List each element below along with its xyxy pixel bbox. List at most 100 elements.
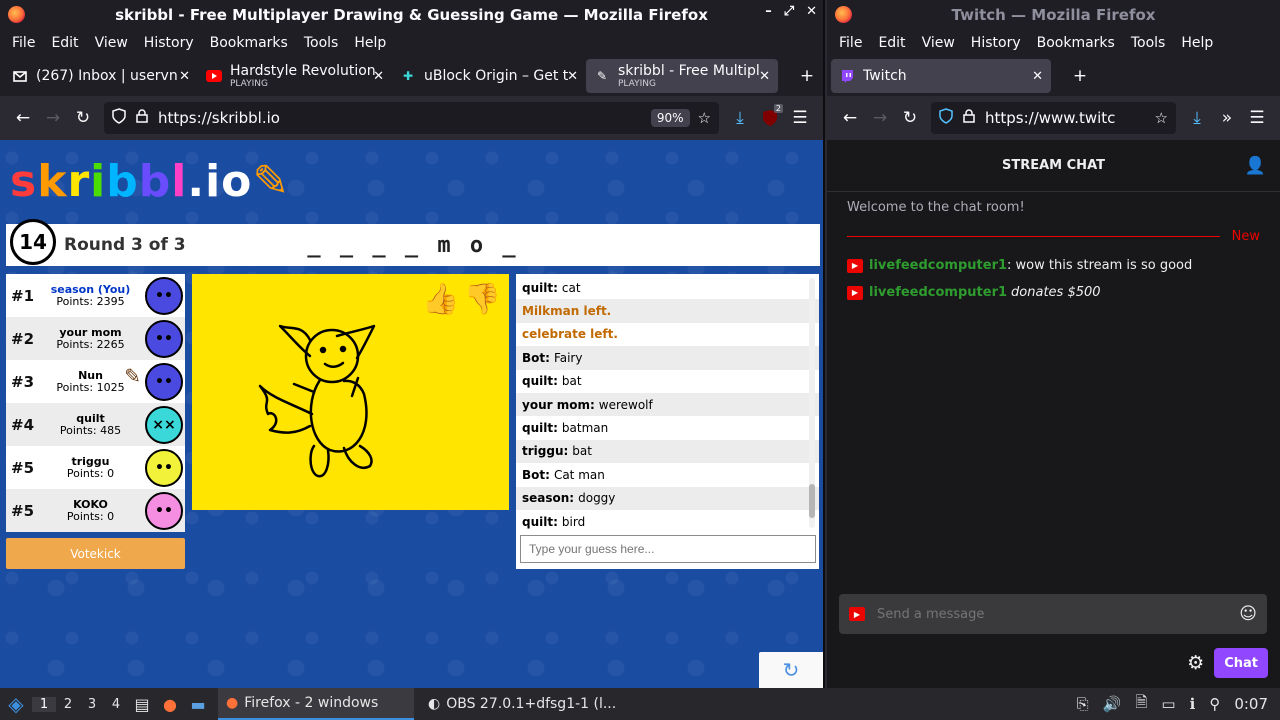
overflow-chevron-icon[interactable]: »: [1212, 103, 1242, 133]
maximize-icon[interactable]: ⤢: [784, 4, 794, 19]
close-tab-icon[interactable]: ✕: [1032, 69, 1043, 84]
ublock-extension-icon[interactable]: 2: [755, 103, 785, 133]
chat-message[interactable]: ▶ livefeedcomputer1 donates $500: [827, 279, 1280, 306]
chat-messages: quilt: cat Milkman left. celebrate left. Bot…: [516, 274, 819, 532]
forward-icon[interactable]: →: [38, 103, 68, 133]
display-icon[interactable]: ▭: [1161, 695, 1175, 713]
player-row[interactable]: #5 triggu Points: 0 ••: [6, 446, 185, 489]
chat-username[interactable]: livefeedcomputer1: [869, 258, 1007, 273]
menu-view[interactable]: View: [87, 35, 136, 51]
workspace-3[interactable]: 3: [80, 697, 104, 712]
back-icon[interactable]: ←: [835, 103, 865, 133]
firefox-launcher-icon[interactable]: ●: [156, 695, 184, 714]
menu-bookmarks[interactable]: Bookmarks: [1029, 35, 1123, 51]
menu-history[interactable]: History: [963, 35, 1029, 51]
file-manager-icon[interactable]: ▤: [128, 695, 156, 714]
zoom-level[interactable]: 90%: [650, 109, 690, 127]
notification-icon[interactable]: ℹ: [1190, 695, 1196, 713]
back-icon[interactable]: ←: [8, 103, 38, 133]
menu-file[interactable]: File: [831, 35, 870, 51]
reload-icon[interactable]: ↻: [895, 103, 925, 133]
chat-footer: ⚙ Chat: [1187, 648, 1268, 678]
close-tab-icon[interactable]: ✕: [373, 69, 384, 84]
menu-view[interactable]: View: [914, 35, 963, 51]
menu-bookmarks[interactable]: Bookmarks: [202, 35, 296, 51]
volume-icon[interactable]: 🔊: [1103, 695, 1122, 713]
votekick-button[interactable]: Votekick: [6, 538, 185, 569]
tab-twitch[interactable]: Twitch ✕: [831, 59, 1051, 93]
hamburger-menu-icon[interactable]: ☰: [785, 103, 815, 133]
send-message-input[interactable]: [877, 606, 1240, 622]
thumbs-up-icon[interactable]: 👍: [422, 282, 459, 317]
address-bar[interactable]: https://www.twitc ☆: [931, 102, 1176, 134]
download-icon[interactable]: ⤓: [1182, 103, 1212, 133]
menu-file[interactable]: File: [4, 35, 43, 51]
recaptcha-badge[interactable]: ↻: [759, 652, 823, 688]
player-list: #1 season (You) Points: 2395 •• #2 your …: [6, 274, 185, 532]
menu-history[interactable]: History: [136, 35, 202, 51]
folder-icon[interactable]: ▬: [184, 695, 212, 714]
tab-skribbl[interactable]: ✎ skribbl - Free Multipl PLAYING ✕: [586, 59, 778, 93]
close-tab-icon[interactable]: ✕: [567, 69, 578, 84]
clock[interactable]: 0:07: [1234, 695, 1268, 713]
start-menu-icon[interactable]: ◈: [0, 688, 32, 720]
hamburger-menu-icon[interactable]: ☰: [1242, 103, 1272, 133]
menu-tools[interactable]: Tools: [296, 35, 347, 51]
menu-edit[interactable]: Edit: [43, 35, 86, 51]
player-row[interactable]: #1 season (You) Points: 2395 ••: [6, 274, 185, 317]
player-avatar: ••: [145, 491, 183, 530]
thumbs-down-icon[interactable]: 👎: [464, 282, 501, 317]
clipboard-icon[interactable]: ⎘: [1077, 695, 1089, 713]
tab-ublock[interactable]: ✚ uBlock Origin – Get t ✕: [392, 59, 586, 93]
close-icon[interactable]: ✕: [806, 4, 817, 19]
bookmark-star-icon[interactable]: ☆: [698, 109, 711, 127]
minimize-icon[interactable]: –: [765, 4, 772, 19]
chat-user: triggu:: [522, 444, 569, 459]
shield-icon[interactable]: [112, 108, 126, 128]
network-icon[interactable]: ⚲: [1209, 695, 1220, 713]
player-row[interactable]: #4 quilt Points: 485 ××: [6, 403, 185, 446]
player-rank: #1: [11, 286, 35, 305]
workspace-2[interactable]: 2: [56, 697, 80, 712]
lock-icon[interactable]: [136, 109, 148, 127]
menu-help[interactable]: Help: [1173, 35, 1221, 51]
download-icon[interactable]: ⤓: [725, 103, 755, 133]
player-row[interactable]: #5 KOKO Points: 0 ••: [6, 489, 185, 532]
shield-icon[interactable]: [939, 108, 953, 128]
window-titlebar[interactable]: skribbl - Free Multiplayer Drawing & Gue…: [0, 0, 823, 30]
chat-message[interactable]: ▶ livefeedcomputer1 : wow this stream is…: [827, 252, 1280, 279]
window-titlebar[interactable]: Twitch — Mozilla Firefox: [827, 0, 1280, 30]
workspace-4[interactable]: 4: [104, 697, 128, 712]
new-tab-icon[interactable]: +: [1065, 61, 1095, 91]
chat-send-button[interactable]: Chat: [1214, 648, 1268, 678]
lock-icon[interactable]: [963, 109, 975, 127]
emote-picker-icon[interactable]: ☺: [1239, 604, 1257, 624]
taskbar-firefox[interactable]: ● Firefox - 2 windows: [218, 688, 414, 720]
chat-scrollbar[interactable]: [809, 278, 815, 528]
send-message-box[interactable]: ▶ ☺: [839, 594, 1267, 634]
workspace-1[interactable]: 1: [32, 696, 56, 712]
forward-icon[interactable]: →: [865, 103, 895, 133]
new-messages-divider: New: [847, 229, 1260, 244]
users-icon[interactable]: 👤: [1245, 156, 1266, 176]
close-tab-icon[interactable]: ✕: [179, 69, 190, 84]
chat-username[interactable]: livefeedcomputer1: [869, 285, 1007, 300]
menu-edit[interactable]: Edit: [870, 35, 913, 51]
address-bar[interactable]: https://skribbl.io 90% ☆: [104, 102, 719, 134]
drawing-canvas[interactable]: 👍 👎: [192, 274, 509, 510]
taskbar-obs[interactable]: ◐ OBS 27.0.1+dfsg1-1 (l...: [420, 688, 616, 720]
document-icon[interactable]: 🗎: [1135, 692, 1147, 717]
tab-hardstyle[interactable]: Hardstyle Revolution PLAYING ✕: [198, 59, 392, 93]
close-tab-icon[interactable]: ✕: [759, 69, 770, 84]
tab-inbox[interactable]: (267) Inbox | uservn ✕: [4, 59, 198, 93]
player-row[interactable]: #3 Nun Points: 1025 •• ✎: [6, 360, 185, 403]
menu-tools[interactable]: Tools: [1123, 35, 1174, 51]
player-row[interactable]: #2 your mom Points: 2265 ••: [6, 317, 185, 360]
bookmark-star-icon[interactable]: ☆: [1155, 109, 1168, 127]
gear-icon[interactable]: ⚙: [1187, 652, 1204, 674]
guess-input[interactable]: [520, 535, 816, 563]
reload-icon[interactable]: ↻: [68, 103, 98, 133]
menu-help[interactable]: Help: [346, 35, 394, 51]
new-tab-icon[interactable]: +: [792, 61, 822, 91]
chat-text: bat: [572, 444, 592, 459]
